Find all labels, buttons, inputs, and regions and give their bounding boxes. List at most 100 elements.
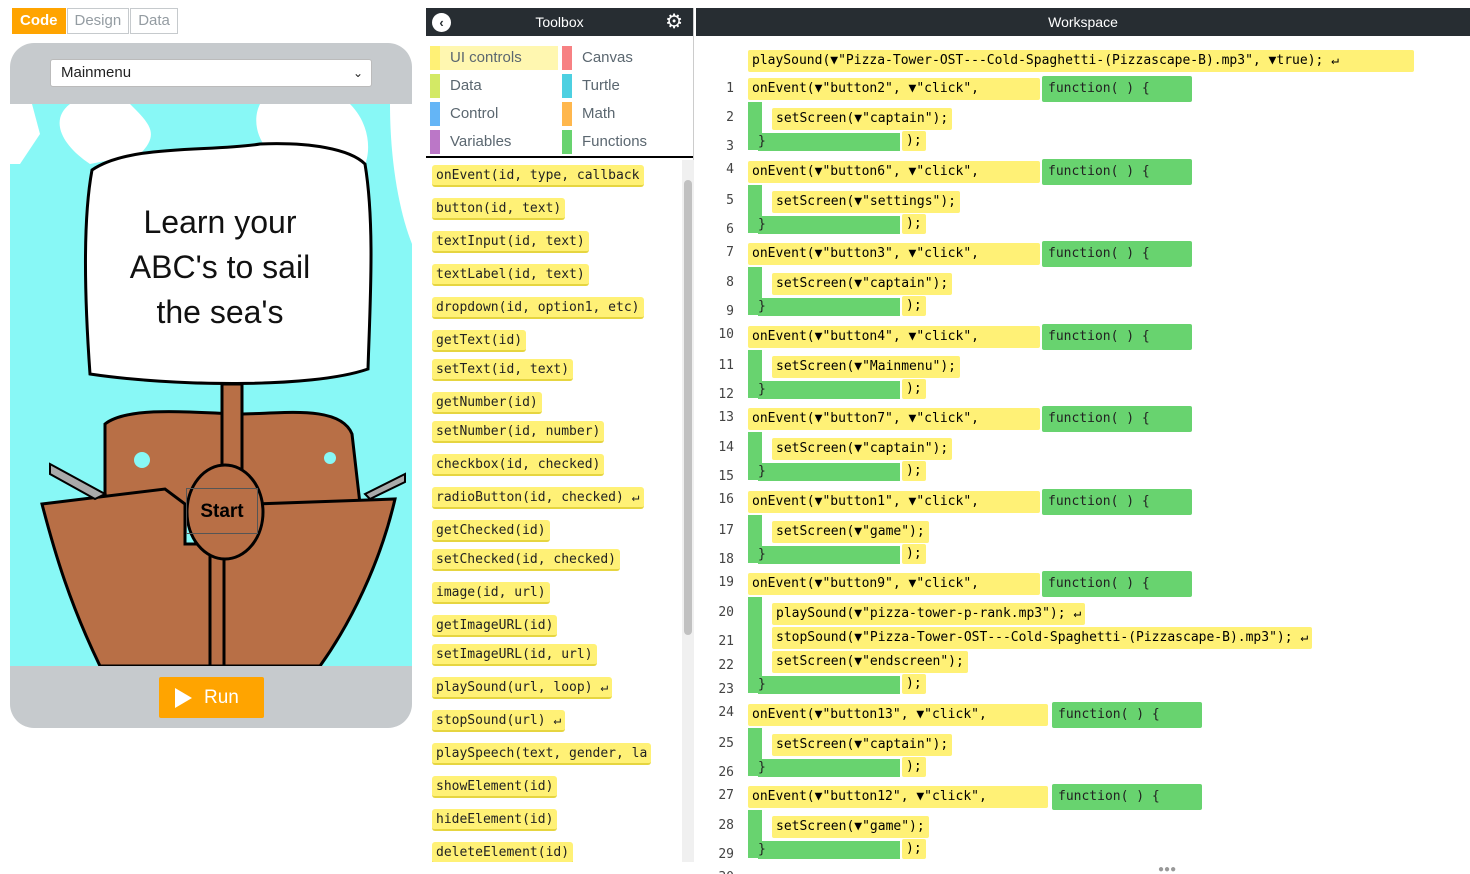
function-block[interactable]: function( ) { [1052, 702, 1202, 728]
palette-block[interactable]: getText(id) [432, 330, 527, 352]
palette-block[interactable]: setNumber(id, number) [432, 421, 605, 443]
toolbox-header: ‹ Toolbox ⚙ [426, 8, 693, 36]
event-block[interactable]: onEvent(▼"button6", ▼"click", [748, 161, 1040, 183]
category-functions[interactable]: Functions [562, 130, 688, 154]
palette-block[interactable]: onEvent(id, type, callback [432, 165, 644, 187]
callback-statement[interactable]: stopSound(▼"Pizza-Tower-OST---Cold-Spagh… [772, 627, 1313, 649]
callback-statement[interactable]: setScreen(▼"endscreen"); [772, 651, 968, 673]
event-close: ); [902, 674, 926, 694]
function-block[interactable]: function( ) { [1042, 159, 1192, 185]
palette-block[interactable]: image(id, url) [432, 582, 550, 604]
palette-scrollbar[interactable] [682, 160, 694, 862]
start-button[interactable]: Start [186, 488, 258, 534]
screen-dropdown-value: Mainmenu [61, 64, 132, 81]
app-screen: Learn your ABC's to sail the sea's Start [10, 104, 412, 666]
category-turtle[interactable]: Turtle [562, 74, 688, 98]
scroll-thumb[interactable] [684, 180, 692, 635]
palette-block[interactable]: playSpeech(text, gender, la [432, 743, 652, 765]
callback-close: } [758, 463, 900, 481]
palette-block[interactable]: setText(id, text) [432, 359, 574, 381]
category-math[interactable]: Math [562, 102, 688, 126]
sign-text: Learn your ABC's to sail the sea's [105, 200, 335, 335]
palette-block[interactable]: getImageURL(id) [432, 615, 558, 637]
palette-block[interactable]: stopSound(url) ↵ [432, 710, 566, 732]
category-list: UI controls Canvas Data Turtle Control Math Va… [426, 36, 693, 158]
resize-handle[interactable]: ●●● [1158, 864, 1176, 874]
line-number: 25 [718, 736, 734, 751]
screen-dropdown[interactable]: Mainmenu ⌄ [50, 59, 372, 87]
event-block[interactable]: onEvent(▼"button2", ▼"click", [748, 78, 1040, 100]
callback-statement[interactable]: setScreen(▼"game"); [772, 816, 929, 838]
line-number: 24 [718, 705, 734, 720]
callback-statement[interactable]: setScreen(▼"game"); [772, 521, 929, 543]
callback-statement[interactable]: setScreen(▼"captain"); [772, 108, 953, 130]
event-block[interactable]: onEvent(▼"button1", ▼"click", [748, 491, 1040, 513]
back-icon[interactable]: ‹ [432, 13, 451, 32]
event-block[interactable]: onEvent(▼"button3", ▼"click", [748, 243, 1040, 265]
tab-code[interactable]: Code [12, 8, 66, 34]
category-swatch [430, 46, 440, 70]
block-palette: onEvent(id, type, callback button(id, tex… [426, 160, 682, 862]
category-label: Control [450, 105, 499, 122]
palette-block[interactable]: playSound(url, loop) ↵ [432, 677, 613, 699]
line-number: 1 [726, 81, 734, 96]
callback-statement[interactable]: setScreen(▼"captain"); [772, 438, 953, 460]
code-line-playsound[interactable]: playSound(▼"Pizza-Tower-OST---Cold-Spagh… [748, 50, 1414, 72]
palette-block[interactable]: dropdown(id, option1, etc) [432, 297, 644, 319]
callback-statement[interactable]: setScreen(▼"Mainmenu"); [772, 356, 961, 378]
category-label: UI controls [450, 49, 522, 66]
event-block[interactable]: onEvent(▼"button7", ▼"click", [748, 408, 1040, 430]
function-block[interactable]: function( ) { [1042, 76, 1192, 102]
callback-statement[interactable]: playSound(▼"pizza-tower-p-rank.mp3"); ↵ [772, 603, 1086, 625]
palette-block[interactable]: radioButton(id, checked) ↵ [432, 487, 644, 509]
category-data[interactable]: Data [430, 74, 558, 98]
line-number: 30 [696, 870, 734, 874]
category-control[interactable]: Control [430, 102, 558, 126]
function-block[interactable]: function( ) { [1052, 784, 1202, 810]
palette-block[interactable]: textInput(id, text) [432, 231, 589, 253]
line-number: 17 [718, 523, 734, 538]
tab-data[interactable]: Data [130, 8, 178, 34]
palette-block[interactable]: textLabel(id, text) [432, 264, 589, 286]
event-block[interactable]: onEvent(▼"button4", ▼"click", [748, 326, 1040, 348]
palette-block[interactable]: showElement(id) [432, 776, 558, 798]
callback-statement[interactable]: setScreen(▼"settings"); [772, 191, 961, 213]
category-swatch [562, 130, 572, 154]
function-block[interactable]: function( ) { [1042, 241, 1192, 267]
gear-icon[interactable]: ⚙ [665, 11, 683, 33]
category-swatch [430, 74, 440, 98]
palette-block[interactable]: button(id, text) [432, 198, 566, 220]
event-block[interactable]: onEvent(▼"button13", ▼"click", [748, 704, 1048, 726]
event-close: ); [902, 757, 926, 777]
line-number: 8 [726, 275, 734, 290]
tab-design[interactable]: Design [66, 8, 130, 34]
function-block[interactable]: function( ) { [1042, 571, 1192, 597]
category-swatch [430, 102, 440, 126]
event-close: ); [902, 839, 926, 859]
category-variables[interactable]: Variables [430, 130, 558, 154]
palette-block[interactable]: setImageURL(id, url) [432, 644, 597, 666]
event-block[interactable]: onEvent(▼"button9", ▼"click", [748, 573, 1040, 595]
callback-close: } [758, 381, 900, 399]
category-ui-controls[interactable]: UI controls [430, 46, 558, 70]
workspace-header: Workspace [696, 8, 1470, 36]
ship-illustration [10, 104, 412, 666]
play-icon [175, 688, 192, 708]
callback-statement[interactable]: setScreen(▼"captain"); [772, 734, 953, 756]
line-number: 7 [726, 245, 734, 260]
palette-block[interactable]: checkbox(id, checked) [432, 454, 605, 476]
callback-statement[interactable]: setScreen(▼"captain"); [772, 273, 953, 295]
palette-block[interactable]: getNumber(id) [432, 392, 542, 414]
palette-block[interactable]: setChecked(id, checked) [432, 549, 621, 571]
function-block[interactable]: function( ) { [1042, 324, 1192, 350]
event-block[interactable]: onEvent(▼"button12", ▼"click", [748, 786, 1048, 808]
chevron-down-icon: ⌄ [352, 66, 363, 80]
function-block[interactable]: function( ) { [1042, 406, 1192, 432]
category-canvas[interactable]: Canvas [562, 46, 688, 70]
palette-block[interactable]: hideElement(id) [432, 809, 558, 831]
event-close: ); [902, 296, 926, 316]
function-block[interactable]: function( ) { [1042, 489, 1192, 515]
run-button[interactable]: Run [159, 677, 264, 718]
palette-block[interactable]: getChecked(id) [432, 520, 550, 542]
palette-block[interactable]: deleteElement(id) [432, 842, 574, 862]
